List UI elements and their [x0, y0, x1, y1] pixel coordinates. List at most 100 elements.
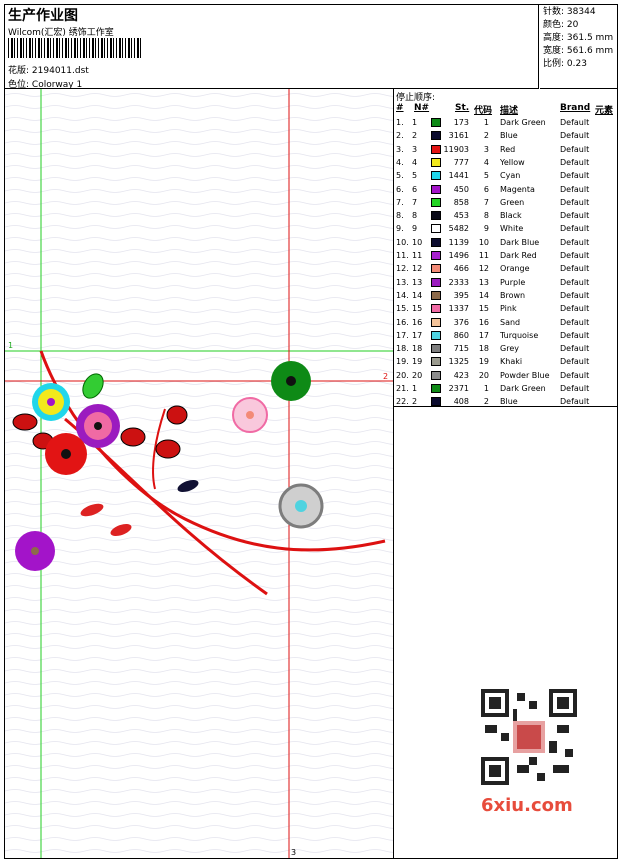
cell-code: 4	[483, 157, 489, 167]
cell-desc: Dark Green	[500, 118, 546, 127]
design-canvas[interactable]: 1 2 3	[5, 89, 394, 858]
color-swatch	[431, 304, 441, 314]
barcode	[8, 38, 142, 58]
color-swatch	[431, 211, 441, 221]
table-row: 12. 12 466 12 Orange Default	[394, 263, 617, 276]
cell-st: 1139	[448, 237, 469, 247]
cell-brand: Default	[560, 118, 590, 127]
cell-code: 13	[478, 277, 489, 287]
cell-code: 8	[483, 211, 489, 221]
design-stats: 针数: 38344 颜色: 20 高度: 361.5 mm 宽度: 561.6 …	[540, 5, 617, 89]
cell-code: 11	[478, 251, 489, 260]
color-swatch	[431, 237, 441, 247]
cell-desc: Powder Blue	[500, 370, 550, 380]
cell-brand: Default	[560, 304, 590, 314]
table-row: 8. 8 453 8 Black Default	[394, 210, 617, 223]
cell-num: 1.	[396, 118, 404, 127]
cell-num: 4.	[396, 157, 404, 167]
cell-n: 4	[412, 157, 418, 167]
leaf-red-5	[166, 405, 188, 425]
cell-desc: Purple	[500, 277, 526, 287]
watermark-logo: 6xiu.com	[481, 795, 573, 816]
cell-num: 12.	[396, 264, 409, 274]
stop-sequence-title: 停止顺序:	[396, 93, 436, 103]
cell-code: 2	[483, 131, 489, 141]
table-row: 18. 18 715 18 Grey Default	[394, 343, 617, 356]
cell-num: 9.	[396, 224, 404, 234]
table-row: 9. 9 5482 9 White Default	[394, 223, 617, 236]
color-swatch	[431, 264, 441, 274]
cell-st: 2371	[448, 384, 469, 393]
design-value: 2194011.dst	[31, 66, 89, 76]
cell-n: 18	[412, 344, 423, 354]
cell-st: 5482	[448, 224, 469, 234]
cell-n: 6	[412, 184, 418, 194]
cell-st: 395	[453, 290, 469, 300]
cell-brand: Default	[560, 131, 590, 141]
table-row: 3. 3 11903 3 Red Default	[394, 144, 617, 157]
cell-desc: Brown	[500, 290, 526, 300]
cell-n: 2	[412, 397, 418, 407]
cell-num: 18.	[396, 344, 409, 354]
cell-desc: Yellow	[500, 157, 525, 167]
table-row: 17. 17 860 17 Turquoise Default	[394, 330, 617, 343]
color-count: 颜色: 20	[543, 19, 617, 32]
table-row: 1. 1 173 1 Dark Green Default	[394, 117, 617, 130]
design-width: 宽度: 561.6 mm	[543, 45, 617, 58]
cell-desc: Turquoise	[500, 330, 539, 340]
cell-code: 1	[483, 384, 489, 393]
cell-n: 8	[412, 211, 418, 221]
cell-brand: Default	[560, 277, 590, 287]
cell-n: 1	[412, 384, 418, 393]
table-row: 5. 5 1441 5 Cyan Default	[394, 170, 617, 183]
cell-desc: Dark Blue	[500, 237, 540, 247]
stitches-label: 针数:	[543, 7, 565, 17]
cell-st: 715	[453, 344, 469, 354]
cell-code: 16	[478, 317, 489, 327]
production-worksheet: 生产作业图 Wilcom(汇宏) 绣饰工作室 花版: 2194011.dst 色…	[4, 4, 618, 859]
table-row: 11. 11 1496 11 Dark Red Default	[394, 250, 617, 263]
table-row: 10. 10 1139 10 Dark Blue Default	[394, 237, 617, 250]
cell-code: 3	[483, 144, 489, 154]
height-value: 361.5 mm	[566, 33, 614, 43]
flower-green	[271, 361, 311, 401]
cell-code: 7	[483, 197, 489, 207]
color-swatch	[431, 131, 441, 141]
cell-brand: Default	[560, 211, 590, 221]
cell-desc: Red	[500, 144, 516, 154]
flower-pink	[232, 397, 268, 433]
design-scale: 比例: 0.23	[543, 58, 617, 71]
color-swatch	[431, 277, 441, 287]
table-row: 21. 1 2371 1 Dark Green Default	[394, 383, 617, 396]
cell-n: 1	[412, 118, 418, 127]
cell-num: 16.	[396, 317, 409, 327]
cell-num: 15.	[396, 304, 409, 314]
cell-brand: Default	[560, 397, 590, 407]
table-row: 7. 7 858 7 Green Default	[394, 197, 617, 210]
cell-num: 11.	[396, 251, 409, 260]
cell-n: 9	[412, 224, 418, 234]
table-row: 14. 14 395 14 Brown Default	[394, 290, 617, 303]
cell-n: 14	[412, 290, 423, 300]
cell-desc: Black	[500, 211, 522, 221]
color-swatch	[431, 330, 441, 340]
cell-brand: Default	[560, 237, 590, 247]
cell-code: 15	[478, 304, 489, 314]
marker-3: 3	[291, 848, 296, 857]
cell-n: 11	[412, 251, 423, 260]
cell-st: 423	[453, 370, 469, 380]
cell-st: 453	[453, 211, 469, 221]
col-header-brand: Brand	[560, 103, 591, 113]
cell-code: 5	[483, 171, 489, 181]
cell-n: 10	[412, 237, 423, 247]
cell-code: 10	[478, 237, 489, 247]
scale-value: 0.23	[566, 59, 587, 69]
marker-1: 1	[8, 341, 13, 350]
cell-code: 12	[478, 264, 489, 274]
cell-st: 1496	[448, 251, 469, 260]
cell-num: 6.	[396, 184, 404, 194]
cell-code: 2	[483, 397, 489, 407]
color-swatch	[431, 384, 441, 393]
cell-desc: Pink	[500, 304, 517, 314]
color-swatch	[431, 224, 441, 234]
